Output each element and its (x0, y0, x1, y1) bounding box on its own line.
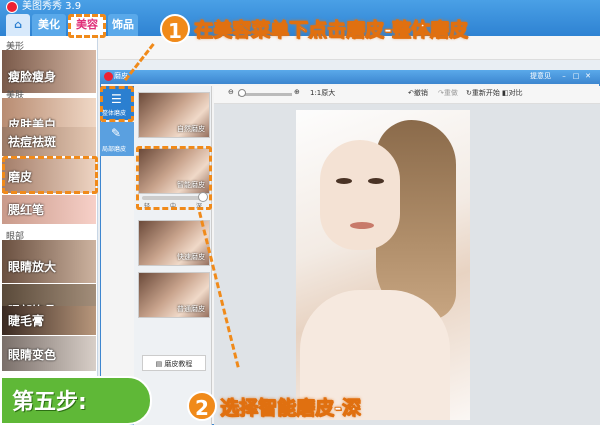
app-logo-icon (6, 1, 18, 13)
zoom-slider[interactable] (238, 93, 292, 96)
feedback-link[interactable]: 提意见 (530, 71, 551, 81)
effect-natural[interactable]: 自然磨皮 (138, 92, 210, 138)
tool-acne-removal[interactable]: 祛痘祛斑 (2, 127, 96, 157)
tool-label: 眼睛放大 (8, 260, 57, 274)
step1-instruction: 在美容菜单下点击磨皮-整体磨皮 (194, 19, 469, 42)
tab-home[interactable]: ⌂ (6, 14, 30, 36)
highlight-face-tab (68, 14, 106, 38)
compare-icon: ◧ (502, 89, 509, 97)
redo-label: 重做 (443, 89, 458, 97)
highlight-overall-smoothing (100, 86, 134, 122)
tab-beautify[interactable]: 美化 (32, 14, 66, 36)
reset-label: 重新开始 (471, 89, 500, 97)
tool-label: 睫毛膏 (8, 314, 45, 328)
effect-normal[interactable]: 普通磨皮 (138, 272, 210, 318)
compare-label: 对比 (508, 89, 523, 97)
dialog-title-bar (100, 70, 600, 84)
tool-blush-brush[interactable]: 腮红笔 (2, 195, 96, 225)
compare-button[interactable]: ◧对比 (502, 88, 523, 98)
photo-face (320, 140, 400, 250)
tool-label: 祛痘祛斑 (8, 135, 57, 149)
brush-icon: ✎ (111, 126, 122, 140)
zoom-in-icon[interactable]: ⊕ (294, 88, 300, 96)
app-title: 美图秀秀 3.9 (22, 1, 82, 12)
reset-button[interactable]: ↻重新开始 (466, 88, 500, 98)
highlight-smoothing-tool (2, 156, 98, 194)
tab-decorations[interactable]: 饰品 (108, 14, 138, 36)
close-icon[interactable]: ✕ (584, 72, 592, 80)
tool-label: 眼睛变色 (8, 348, 57, 362)
effect-label: 快速磨皮 (177, 253, 205, 261)
redo-button[interactable]: ↷重做 (438, 88, 458, 98)
step2-number: 2 (187, 391, 217, 421)
sidetab-label: 局部磨皮 (102, 146, 127, 153)
step1-number: 1 (160, 14, 190, 44)
undo-button[interactable]: ↶撤销 (408, 88, 428, 98)
tutorial-label: 磨皮教程 (164, 360, 193, 368)
minimize-icon[interactable]: – (560, 72, 568, 80)
tutorial-button[interactable]: ▤ 磨皮教程 (142, 355, 206, 371)
zoom-out-icon[interactable]: ⊖ (228, 88, 234, 96)
home-icon: ⌂ (14, 18, 22, 31)
undo-label: 撤销 (413, 89, 428, 97)
photo-lips (350, 222, 374, 229)
step2-instruction: 选择智能磨皮-深 (220, 397, 362, 420)
tool-enlarge-eyes[interactable]: 眼睛放大 (2, 240, 96, 284)
highlight-smart-smoothing (136, 146, 212, 210)
effect-label: 自然磨皮 (177, 125, 205, 133)
effect-fast[interactable]: 快速磨皮 (138, 220, 210, 266)
tool-label: 腮红笔 (8, 203, 45, 217)
original-size-button[interactable]: 1:1原大 (310, 88, 335, 98)
tool-label: 瘦脸瘦身 (8, 70, 57, 84)
photo-eye-left (336, 178, 352, 184)
tool-mascara[interactable]: 睫毛膏 (2, 306, 96, 336)
zoom-slider-knob[interactable] (238, 89, 246, 97)
step-banner-text: 第五步: (12, 390, 87, 415)
maximize-icon[interactable]: □ (572, 72, 580, 80)
tool-eye-color[interactable]: 眼睛变色 (2, 336, 96, 372)
photo-eye-right (368, 178, 384, 184)
effect-label: 普通磨皮 (177, 305, 205, 313)
dialog-logo-icon (104, 72, 113, 81)
sidetab-local-smoothing[interactable]: ✎ 局部磨皮 (100, 122, 134, 156)
